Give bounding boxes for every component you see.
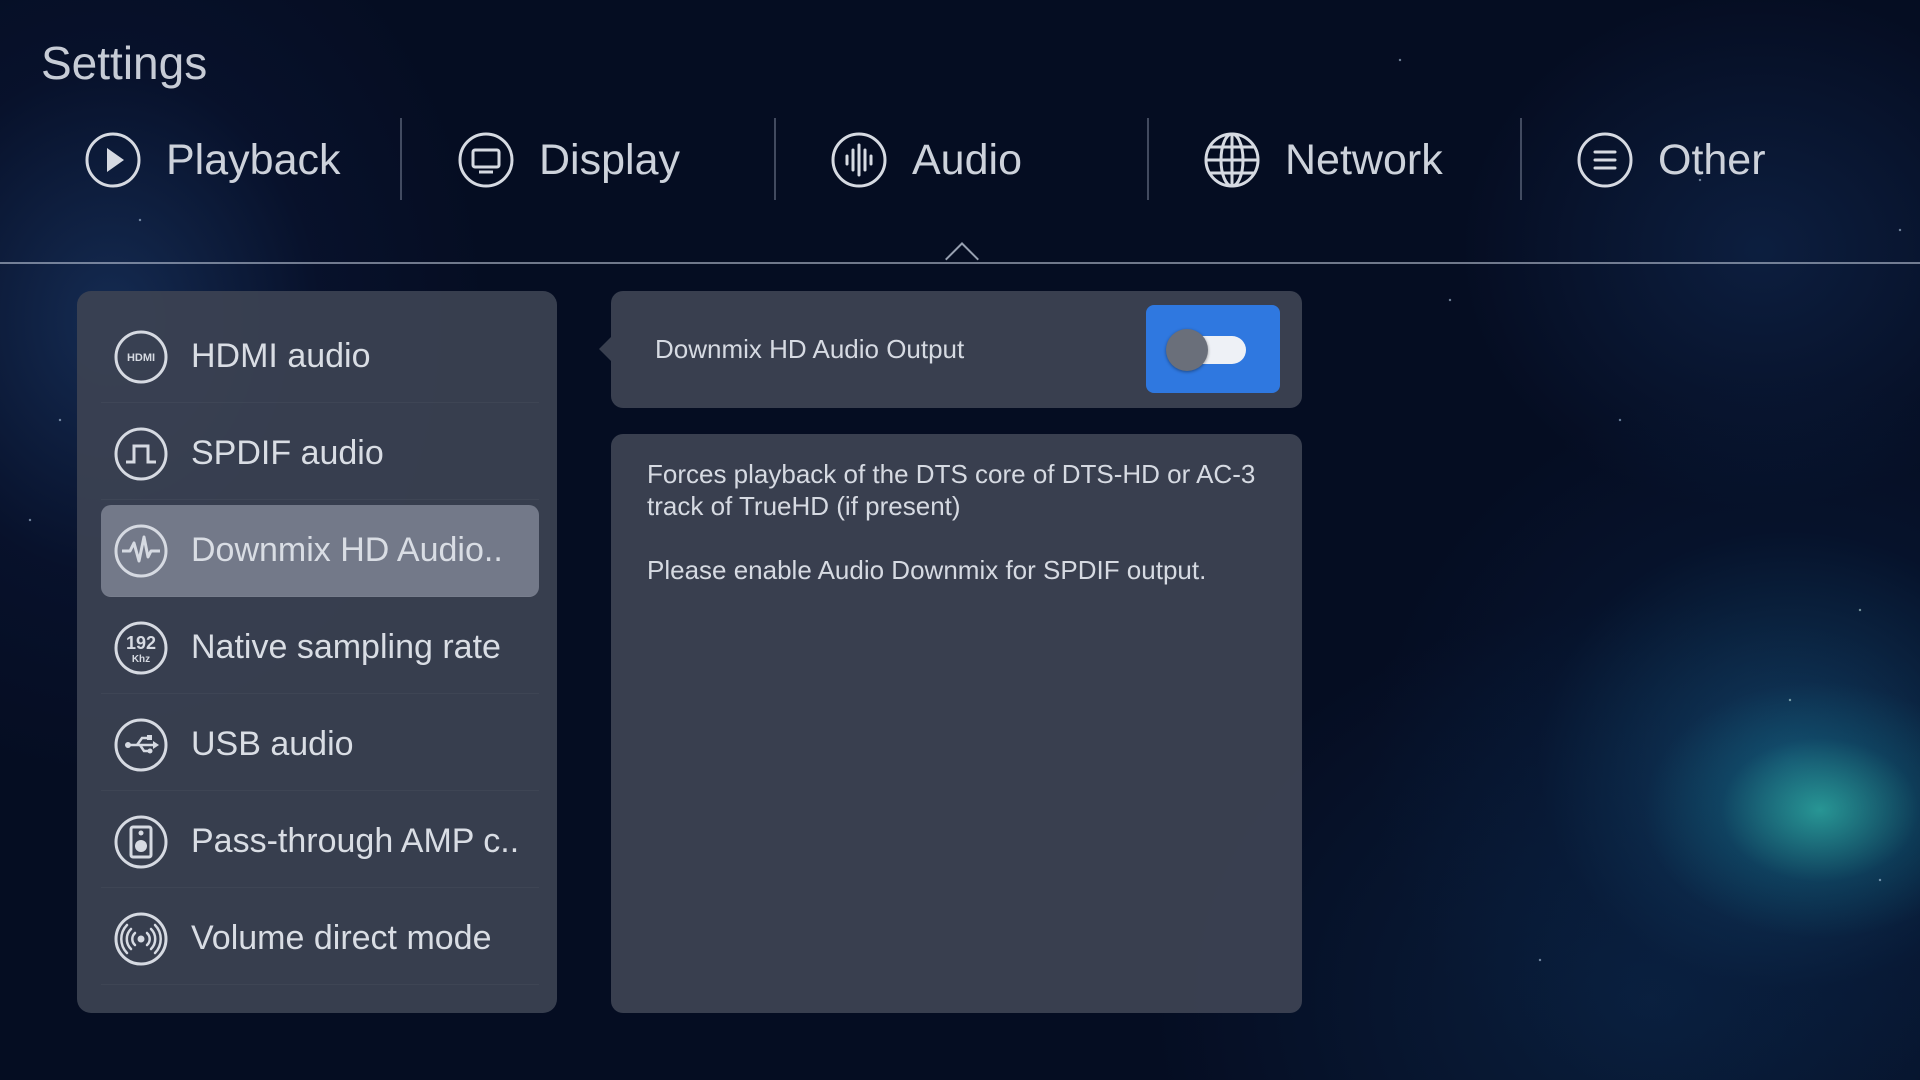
page-title: Settings — [41, 37, 208, 89]
list-item-downmix-hd-audio[interactable]: Downmix HD Audio.. — [101, 505, 539, 597]
tab-network[interactable]: Network — [1203, 118, 1443, 202]
waveform-icon — [113, 523, 169, 579]
svg-text:HDMI: HDMI — [127, 352, 155, 364]
card-pointer — [599, 337, 611, 361]
play-icon — [84, 131, 142, 189]
list-item-label: Native sampling rate — [191, 628, 501, 666]
list-item-native-sampling-rate[interactable]: 192 Khz Native sampling rate — [101, 602, 539, 694]
setting-description-card: Forces playback of the DTS core of DTS-H… — [611, 434, 1302, 1013]
audio-settings-list: HDMI HDMI audio SPDIF audio Downmix HD A… — [77, 291, 557, 1013]
spdif-icon — [113, 426, 169, 482]
list-item-hdmi-audio[interactable]: HDMI HDMI audio — [101, 311, 539, 403]
tab-label: Audio — [912, 135, 1022, 184]
list-item-pass-through-amp[interactable]: Pass-through AMP c.. — [101, 796, 539, 888]
tab-display[interactable]: Display — [457, 118, 680, 202]
tab-playback[interactable]: Playback — [84, 118, 340, 202]
tab-label: Display — [539, 135, 680, 184]
setting-toggle-card: Downmix HD Audio Output — [599, 291, 1302, 408]
list-item-volume-direct-mode[interactable]: Volume direct mode — [101, 893, 539, 985]
globe-icon — [1203, 131, 1261, 189]
switch-knob — [1166, 329, 1208, 371]
description-text: Forces playback of the DTS core of DTS-H… — [647, 459, 1256, 521]
list-item-label: SPDIF audio — [191, 434, 384, 472]
sample-rate-icon: 192 Khz — [113, 620, 169, 676]
tab-label: Network — [1285, 135, 1443, 184]
list-item-label: USB audio — [191, 725, 354, 763]
broadcast-icon — [113, 911, 169, 967]
description-note: Please enable Audio Downmix for SPDIF ou… — [647, 555, 1207, 585]
list-item-label: Downmix HD Audio.. — [191, 531, 503, 569]
hdmi-icon: HDMI — [113, 329, 169, 385]
usb-icon — [113, 717, 169, 773]
monitor-icon — [457, 131, 515, 189]
active-tab-indicator — [945, 242, 979, 276]
tab-divider — [774, 118, 776, 200]
list-item-label: Pass-through AMP c.. — [191, 822, 520, 860]
tab-bar: Playback Display Audio Network Other — [0, 118, 1920, 202]
list-item-label: Volume direct mode — [191, 919, 492, 957]
setting-label: Downmix HD Audio Output — [655, 334, 965, 364]
menu-icon — [1576, 131, 1634, 189]
list-item-spdif-audio[interactable]: SPDIF audio — [101, 408, 539, 500]
tab-divider — [400, 118, 402, 200]
audio-wave-icon — [830, 131, 888, 189]
tab-divider — [1147, 118, 1149, 200]
speaker-icon — [113, 814, 169, 870]
list-item-label: HDMI audio — [191, 337, 371, 375]
downmix-toggle-button[interactable] — [1146, 305, 1280, 393]
tab-audio[interactable]: Audio — [830, 118, 1022, 202]
tab-label: Other — [1658, 135, 1766, 184]
list-item-usb-audio[interactable]: USB audio — [101, 699, 539, 791]
svg-text:192: 192 — [126, 633, 156, 653]
svg-text:Khz: Khz — [132, 654, 150, 665]
tab-other[interactable]: Other — [1576, 118, 1766, 202]
tab-divider — [1520, 118, 1522, 200]
tab-label: Playback — [166, 135, 341, 184]
